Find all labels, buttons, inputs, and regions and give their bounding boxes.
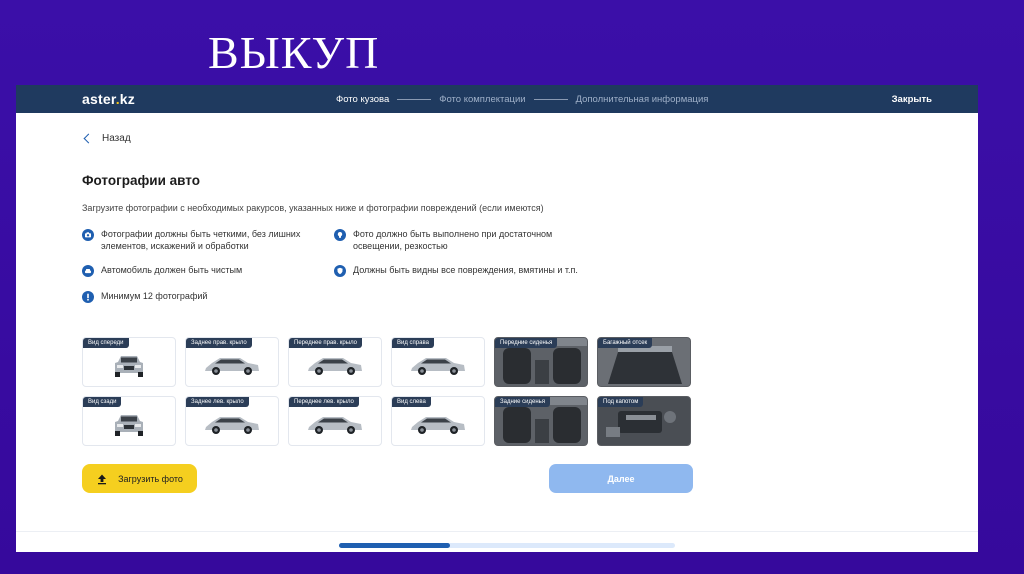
- logo-main: aster: [82, 91, 116, 107]
- next-button[interactable]: Далее: [549, 464, 693, 493]
- car-photo: [308, 416, 362, 434]
- top-bar: aster.kz Фото кузова Фото комплектации Д…: [16, 85, 978, 113]
- rule-text: Автомобиль должен быть чистым: [101, 265, 243, 275]
- photo-slot-label: Переднее лев. крыло: [289, 397, 359, 407]
- upload-photo-label: Загрузить фото: [118, 473, 183, 484]
- photo-slot[interactable]: Вид сзади: [82, 396, 176, 446]
- upload-icon: [96, 473, 108, 485]
- page-title: Фотографии авто: [82, 173, 200, 188]
- stepper: Фото кузова Фото комплектации Дополнител…: [336, 85, 708, 113]
- app-window: aster.kz Фото кузова Фото комплектации Д…: [16, 85, 978, 552]
- photo-slot-label: Вид слева: [392, 397, 431, 407]
- photo-slot[interactable]: Заднее прав. крыло: [185, 337, 279, 387]
- progress-bar: [339, 543, 675, 548]
- rule-item: Фотографии должны быть четкими, без лишн…: [82, 228, 322, 252]
- photo-slot-label: Задние сиденья: [495, 397, 551, 407]
- car-photo: [411, 357, 465, 375]
- photo-slot[interactable]: Заднее лев. крыло: [185, 396, 279, 446]
- page-description: Загрузите фотографии с необходимых ракур…: [82, 203, 544, 213]
- photo-slot-label: Вид сзади: [83, 397, 122, 407]
- back-label: Назад: [102, 133, 131, 144]
- photo-slot[interactable]: Вид справа: [391, 337, 485, 387]
- photo-slot[interactable]: Переднее лев. крыло: [288, 396, 382, 446]
- photo-slot-label: Вид спереди: [83, 338, 129, 348]
- step-additional-info[interactable]: Дополнительная информация: [576, 94, 709, 105]
- slide-title: ВЫКУП: [208, 27, 380, 78]
- photo-slot[interactable]: Вид слева: [391, 396, 485, 446]
- photo-slot-label: Под капотом: [598, 397, 644, 407]
- exclamation-icon: [82, 291, 94, 303]
- photo-slot-label: Заднее лев. крыло: [186, 397, 249, 407]
- rule-text: Минимум 12 фотографий: [101, 291, 208, 301]
- rule-item: Фото должно быть выполнено при достаточн…: [334, 228, 564, 252]
- photo-slot-label: Вид справа: [392, 338, 434, 348]
- car-photo: [115, 414, 143, 436]
- rule-text: Фото должно быть выполнено при достаточн…: [353, 229, 553, 251]
- car-wash-icon: [82, 265, 94, 277]
- photo-slot-label: Передние сиденья: [495, 338, 558, 348]
- car-photo: [308, 357, 362, 375]
- photo-slot[interactable]: Задние сиденья: [494, 396, 588, 446]
- car-photo: [115, 355, 143, 377]
- car-photo: [411, 416, 465, 434]
- camera-icon: [82, 229, 94, 241]
- photo-slot[interactable]: Под капотом: [597, 396, 691, 446]
- back-button[interactable]: Назад: [82, 133, 131, 144]
- chevron-left-icon: [83, 133, 94, 144]
- rule-item: Должны быть видны все повреждения, вмяти…: [334, 264, 578, 277]
- photo-slot-label: Переднее прав. крыло: [289, 338, 362, 348]
- lightbulb-icon: [334, 229, 346, 241]
- photo-slot[interactable]: Переднее прав. крыло: [288, 337, 382, 387]
- rule-item: Минимум 12 фотографий: [82, 290, 207, 303]
- step-body-photos[interactable]: Фото кузова: [336, 94, 389, 105]
- rule-text: Должны быть видны все повреждения, вмяти…: [353, 265, 578, 275]
- step-divider: [397, 98, 432, 100]
- rule-text: Фотографии должны быть четкими, без лишн…: [101, 229, 301, 251]
- step-equipment-photos[interactable]: Фото комплектации: [439, 94, 525, 105]
- car-photo: [205, 416, 259, 434]
- progress-fill: [339, 543, 450, 548]
- photo-slot-label: Заднее прав. крыло: [186, 338, 252, 348]
- step-divider: [533, 98, 568, 100]
- logo[interactable]: aster.kz: [82, 91, 135, 107]
- photo-grid: Вид спереди Заднее прав. крыло Переднее пр…: [82, 337, 691, 446]
- photo-slot[interactable]: Багажный отсек: [597, 337, 691, 387]
- photo-slot[interactable]: Вид спереди: [82, 337, 176, 387]
- close-button[interactable]: Закрыть: [892, 85, 932, 113]
- rule-item: Автомобиль должен быть чистым: [82, 264, 242, 277]
- shield-icon: [334, 265, 346, 277]
- upload-photo-button[interactable]: Загрузить фото: [82, 464, 197, 493]
- footer-divider: [16, 531, 978, 532]
- photo-slot-label: Багажный отсек: [598, 338, 653, 348]
- car-photo: [205, 357, 259, 375]
- logo-tld: kz: [119, 91, 135, 107]
- photo-slot[interactable]: Передние сиденья: [494, 337, 588, 387]
